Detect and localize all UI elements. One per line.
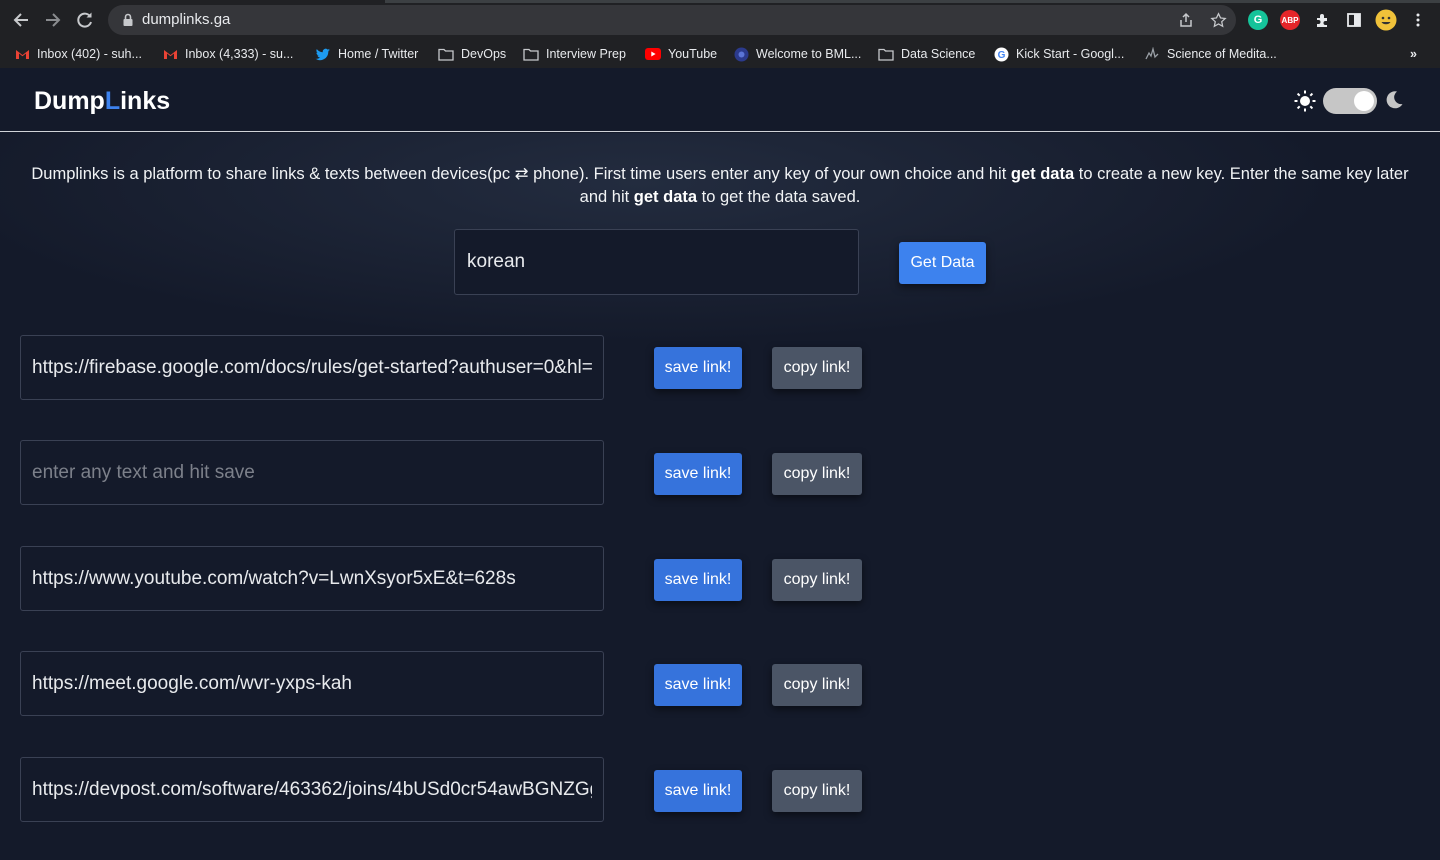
url-text: dumplinks.ga — [142, 11, 231, 28]
save-link-button-3[interactable]: save link! — [654, 559, 742, 601]
grammarly-icon[interactable]: G — [1248, 10, 1268, 30]
copy-link-button-3[interactable]: copy link! — [772, 559, 862, 601]
folder-icon — [438, 47, 454, 61]
save-link-button-1[interactable]: save link! — [654, 347, 742, 389]
app-logo[interactable]: DumpLinks — [34, 87, 170, 116]
gmail-icon — [162, 47, 178, 61]
intro-text: Dumplinks is a platform to share links &… — [31, 165, 1409, 206]
toggle-knob — [1354, 91, 1374, 111]
link-input-5[interactable] — [20, 757, 604, 822]
save-link-button-4[interactable]: save link! — [654, 664, 742, 706]
site-icon — [1144, 47, 1160, 61]
adblock-icon[interactable]: ABP — [1280, 10, 1300, 30]
more-bookmarks-icon[interactable]: » — [1410, 45, 1417, 63]
app-header: DumpLinks — [0, 68, 1440, 132]
get-data-button[interactable]: Get Data — [899, 242, 986, 284]
save-link-button-2[interactable]: save link! — [654, 453, 742, 495]
menu-icon[interactable] — [1406, 8, 1430, 32]
moon-icon — [1386, 91, 1403, 109]
extensions-icon[interactable] — [1310, 8, 1334, 32]
sun-icon — [1294, 90, 1316, 112]
link-input-4[interactable] — [20, 651, 604, 716]
globe-icon — [733, 47, 749, 61]
bookmark-bml[interactable]: Welcome to BML... — [733, 45, 861, 63]
reload-icon[interactable] — [73, 8, 97, 32]
theme-toggle[interactable] — [1323, 88, 1377, 114]
bookmark-youtube[interactable]: YouTube — [645, 45, 717, 63]
folder-icon — [878, 47, 894, 61]
bookmark-data-science[interactable]: Data Science — [878, 45, 975, 63]
bookmark-interview-prep[interactable]: Interview Prep — [523, 45, 626, 63]
key-input[interactable] — [454, 229, 859, 295]
twitter-icon — [315, 47, 331, 61]
svg-text:G: G — [997, 50, 1005, 61]
gmail-icon — [14, 47, 30, 61]
back-icon[interactable] — [9, 8, 33, 32]
bookmark-inbox-1[interactable]: Inbox (402) - suh... — [14, 45, 142, 63]
save-link-button-5[interactable]: save link! — [654, 770, 742, 812]
bookmark-meditation[interactable]: Science of Medita... — [1144, 45, 1277, 63]
profile-avatar[interactable] — [1374, 8, 1398, 32]
share-icon[interactable] — [1177, 12, 1195, 30]
copy-link-button-4[interactable]: copy link! — [772, 664, 862, 706]
tab-strip-line — [385, 0, 1440, 3]
bookmark-inbox-2[interactable]: Inbox (4,333) - su... — [162, 45, 293, 63]
star-icon[interactable] — [1209, 12, 1227, 30]
youtube-icon — [645, 47, 661, 61]
link-input-3[interactable] — [20, 546, 604, 611]
copy-link-button-2[interactable]: copy link! — [772, 453, 862, 495]
copy-link-button-1[interactable]: copy link! — [772, 347, 862, 389]
lock-icon — [123, 13, 133, 26]
main-content: Dumplinks is a platform to share links &… — [0, 133, 1440, 860]
bookmark-devops[interactable]: DevOps — [438, 45, 506, 63]
bookmark-twitter[interactable]: Home / Twitter — [315, 45, 418, 63]
browser-toolbar: dumplinks.ga G ABP — [0, 0, 1440, 40]
theme-switcher — [1294, 88, 1406, 114]
forward-icon[interactable] — [41, 8, 65, 32]
copy-link-button-5[interactable]: copy link! — [772, 770, 862, 812]
link-input-2[interactable] — [20, 440, 604, 505]
google-icon: G — [993, 47, 1009, 61]
bookmarks-bar: Inbox (402) - suh... Inbox (4,333) - su.… — [0, 40, 1440, 68]
address-bar[interactable]: dumplinks.ga — [108, 5, 1236, 35]
bookmark-kickstart[interactable]: G Kick Start - Googl... — [993, 45, 1124, 63]
sidepanel-icon[interactable] — [1342, 8, 1366, 32]
folder-icon — [523, 47, 539, 61]
link-input-1[interactable] — [20, 335, 604, 400]
